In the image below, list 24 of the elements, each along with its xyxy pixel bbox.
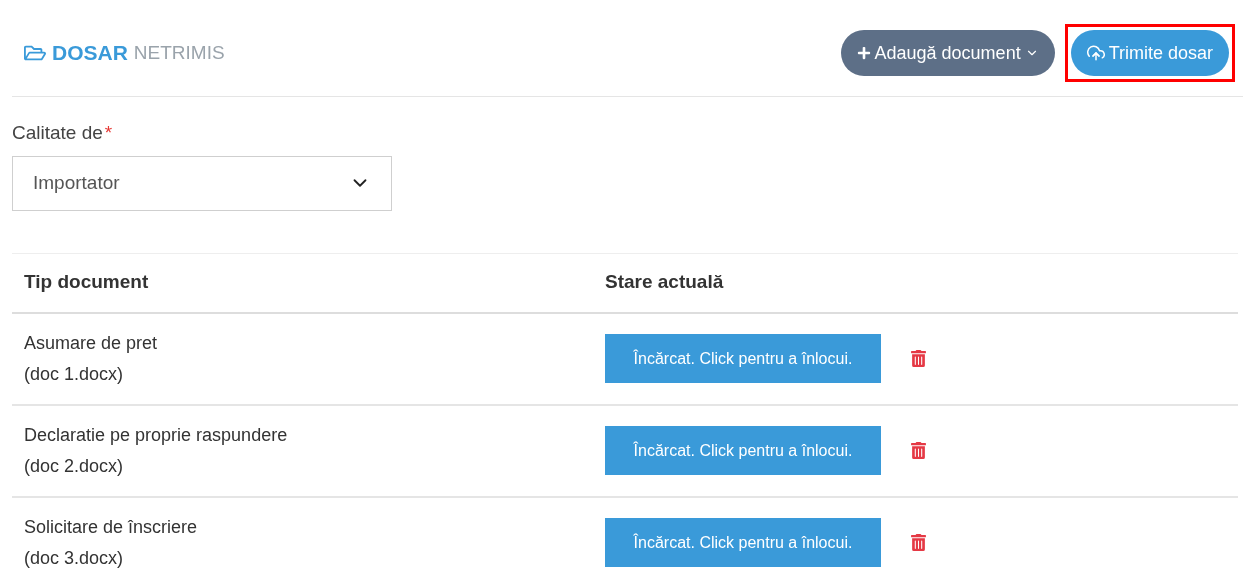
cloud-upload-icon — [1086, 44, 1105, 62]
add-document-button[interactable]: Adaugă document — [840, 30, 1055, 76]
folder-icon — [24, 43, 46, 63]
required-mark: * — [104, 121, 113, 145]
quality-select[interactable]: Importator — [12, 155, 392, 211]
folder-status: NETRIMIS — [133, 40, 225, 65]
document-file: (doc 1.docx) — [24, 362, 125, 386]
trash-icon[interactable] — [911, 534, 926, 551]
plus-icon — [856, 46, 871, 60]
folder-title: DOSAR — [52, 40, 128, 67]
column-header: Stare actuală — [604, 270, 724, 295]
document-file: (doc 2.docx) — [24, 454, 125, 478]
document-name: Declaratie pe proprie raspundere — [24, 423, 289, 447]
replace-upload-button[interactable]: Încărcat. Click pentru a înlocui. — [605, 426, 881, 475]
send-button[interactable]: Trimite dosar — [1070, 30, 1229, 76]
replace-upload-button[interactable]: Încărcat. Click pentru a înlocui. — [605, 334, 881, 383]
trash-icon[interactable] — [911, 350, 926, 367]
field-label: Calitate de — [12, 121, 103, 145]
document-file: (doc 3.docx) — [24, 546, 125, 570]
replace-upload-button[interactable]: Încărcat. Click pentru a înlocui. — [605, 518, 881, 567]
column-header: Tip document — [23, 270, 150, 295]
document-name: Asumare de pret — [24, 331, 159, 355]
trash-icon[interactable] — [911, 442, 926, 459]
document-name: Solicitare de înscriere — [24, 515, 199, 539]
